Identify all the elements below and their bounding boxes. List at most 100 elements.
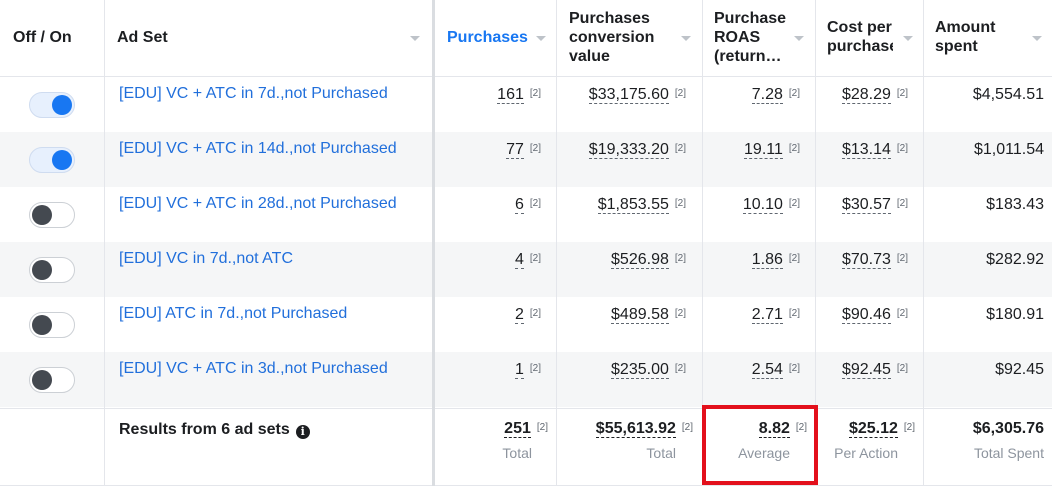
delivery-toggle[interactable] [29, 312, 75, 338]
delivery-toggle[interactable] [29, 92, 75, 118]
chevron-down-icon[interactable] [681, 36, 691, 41]
summary-row: Results from 6 ad sets i 251 [2] Total $55… [0, 408, 1052, 486]
cell-value[interactable]: $70.73 [841, 251, 891, 269]
adset-name-link[interactable]: [EDU] VC + ATC in 14d.,not Purchased [119, 140, 397, 158]
toggle-knob [32, 315, 52, 335]
cell-value[interactable]: $235.00 [611, 361, 669, 379]
table-header: Off / On Ad Set Purchases Purchases conv… [0, 0, 1052, 76]
cell-roas[interactable]: 7.28 [2] [751, 86, 800, 104]
cell-conv-value[interactable]: $1,853.55 [2] [597, 196, 686, 214]
cell-value[interactable]: $92.45 [841, 361, 891, 379]
attribution-marker: [2] [896, 198, 908, 209]
adset-name-link[interactable]: [EDU] VC + ATC in 28d.,not Purchased [119, 195, 397, 213]
cell-value[interactable]: 77 [506, 141, 524, 159]
chevron-down-icon[interactable] [794, 36, 804, 41]
delivery-toggle[interactable] [29, 147, 75, 173]
adset-name-link[interactable]: [EDU] VC + ATC in 7d.,not Purchased [119, 85, 388, 103]
cell-value[interactable]: $19,333.20 [588, 141, 669, 159]
cell-cost[interactable]: $70.73 [2] [841, 251, 908, 269]
cell-conv-value[interactable]: $489.58 [2] [611, 306, 686, 324]
header-conv-value[interactable]: Purchases conversion value [556, 0, 702, 76]
cell-value[interactable]: 19.11 [744, 141, 783, 159]
header-adset[interactable]: Ad Set [104, 0, 432, 76]
cell-value[interactable]: $13.14 [841, 141, 891, 159]
cell-conv-value[interactable]: $526.98 [2] [611, 251, 686, 269]
cell-cost[interactable]: $92.45 [2] [841, 361, 908, 379]
cell-conv-value[interactable]: $33,175.60 [2] [588, 86, 686, 104]
cell-value[interactable]: $33,175.60 [588, 86, 669, 104]
cell-value[interactable]: $28.29 [841, 86, 891, 104]
summary-conv-value-value[interactable]: $55,613.92 [595, 420, 676, 438]
cell-cost[interactable]: $13.14 [2] [841, 141, 908, 159]
cell-value[interactable]: $526.98 [611, 251, 669, 269]
cell-value[interactable]: $30.57 [841, 196, 891, 214]
cell-amount-spent: $180.91 [986, 306, 1044, 323]
summary-purchases-value[interactable]: 251 [504, 420, 531, 438]
attribution-marker: [2] [788, 198, 800, 209]
attribution-marker: [2] [529, 198, 541, 209]
summary-spent: $6,305.76 [972, 420, 1044, 437]
attribution-marker: [2] [529, 253, 541, 264]
header-toggle: Off / On [0, 0, 104, 76]
cell-roas[interactable]: 1.86 [2] [751, 251, 800, 269]
chevron-down-icon[interactable] [903, 36, 913, 41]
cell-purchases[interactable]: 2 [2] [514, 306, 541, 324]
header-spent-line2: spent [935, 38, 978, 55]
header-purchases[interactable]: Purchases [435, 0, 554, 76]
adset-name-link[interactable]: [EDU] VC in 7d.,not ATC [119, 250, 293, 268]
cell-value[interactable]: $1,853.55 [597, 196, 669, 214]
cell-cost[interactable]: $28.29 [2] [841, 86, 908, 104]
attribution-marker: [2] [896, 363, 908, 374]
header-spent[interactable]: Amount spent [923, 0, 1052, 76]
attribution-marker: [2] [674, 88, 686, 99]
chevron-down-icon[interactable] [536, 36, 546, 41]
summary-cost[interactable]: $25.12 [2] [848, 420, 915, 438]
delivery-toggle[interactable] [29, 202, 75, 228]
cell-value[interactable]: 161 [497, 86, 524, 104]
header-conv-value-line1: Purchases [569, 10, 650, 27]
chevron-down-icon[interactable] [410, 36, 420, 41]
attribution-marker: [2] [529, 143, 541, 154]
cell-value[interactable]: 4 [514, 251, 524, 269]
cell-purchases[interactable]: 77 [2] [506, 141, 541, 159]
delivery-toggle[interactable] [29, 367, 75, 393]
cell-cost[interactable]: $90.46 [2] [841, 306, 908, 324]
cell-cost[interactable]: $30.57 [2] [841, 196, 908, 214]
ad-sets-table: Off / On Ad Set Purchases Purchases conv… [0, 0, 1052, 486]
adset-name-link[interactable]: [EDU] VC + ATC in 3d.,not Purchased [119, 360, 388, 378]
cell-purchases[interactable]: 161 [2] [497, 86, 541, 104]
cell-roas[interactable]: 2.54 [2] [751, 361, 800, 379]
column-divider [104, 0, 105, 486]
delivery-toggle[interactable] [29, 257, 75, 283]
cell-purchases[interactable]: 1 [2] [514, 361, 541, 379]
cell-value[interactable]: 6 [514, 196, 524, 214]
cell-value[interactable]: 10.10 [742, 196, 783, 214]
chevron-down-icon[interactable] [1032, 36, 1042, 41]
cell-purchases[interactable]: 4 [2] [514, 251, 541, 269]
cell-roas[interactable]: 10.10 [2] [742, 196, 800, 214]
cell-value[interactable]: 2.71 [751, 306, 783, 324]
cell-roas[interactable]: 19.11 [2] [744, 141, 800, 159]
cell-conv-value[interactable]: $235.00 [2] [611, 361, 686, 379]
header-conv-value-line3: value [569, 48, 610, 65]
adset-name-link[interactable]: [EDU] ATC in 7d.,not Purchased [119, 305, 347, 323]
cell-conv-value[interactable]: $19,333.20 [2] [588, 141, 686, 159]
cell-value[interactable]: 1 [514, 361, 524, 379]
cell-value[interactable]: $90.46 [841, 306, 891, 324]
cell-value[interactable]: 2 [514, 306, 524, 324]
divider [0, 76, 1052, 77]
header-cost[interactable]: Cost per purchase [815, 0, 923, 76]
cell-value[interactable]: 1.86 [751, 251, 783, 269]
cell-value[interactable]: $489.58 [611, 306, 669, 324]
info-icon[interactable]: i [295, 425, 310, 439]
toggle-knob [32, 370, 52, 390]
cell-value[interactable]: 7.28 [751, 86, 783, 104]
cell-purchases[interactable]: 6 [2] [514, 196, 541, 214]
header-roas[interactable]: Purchase ROAS (return… [702, 0, 815, 76]
cell-roas[interactable]: 2.71 [2] [751, 306, 800, 324]
summary-purchases[interactable]: 251 [2] [504, 420, 548, 438]
summary-cost-value[interactable]: $25.12 [848, 420, 898, 438]
column-divider-frozen[interactable] [432, 0, 435, 486]
cell-value[interactable]: 2.54 [751, 361, 783, 379]
summary-conv-value[interactable]: $55,613.92 [2] [595, 420, 693, 438]
